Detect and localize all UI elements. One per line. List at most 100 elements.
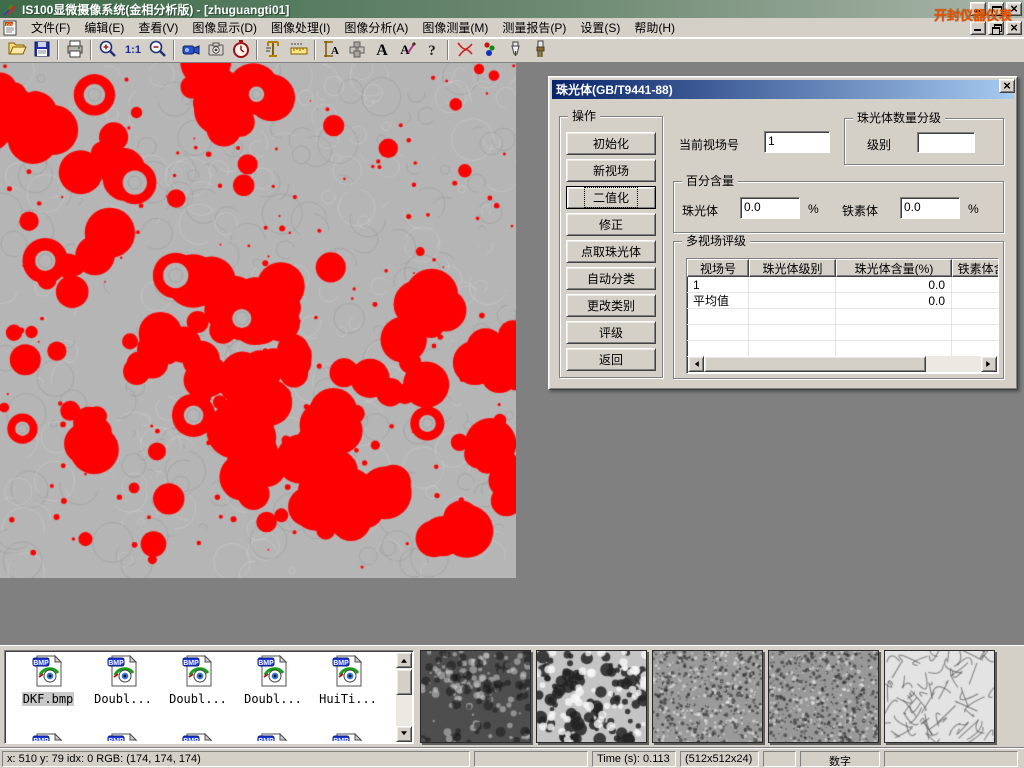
- help-icon: ?: [422, 39, 442, 62]
- scroll-up-button[interactable]: [396, 652, 412, 668]
- current-field-input[interactable]: 1: [764, 131, 830, 153]
- op-button-label: 返回: [599, 351, 623, 368]
- dialog-close-button[interactable]: [999, 79, 1015, 93]
- level-input[interactable]: [917, 132, 975, 153]
- scroll-right-button[interactable]: [981, 356, 997, 372]
- menu-item-5[interactable]: 图像处理(I): [264, 17, 337, 38]
- help-button[interactable]: ?: [419, 39, 444, 61]
- thumbnail-image-5[interactable]: [884, 650, 995, 743]
- op-button-3[interactable]: 二值化: [566, 186, 656, 209]
- table-row-empty[interactable]: [687, 309, 998, 325]
- document-icon[interactable]: DOC: [3, 20, 21, 36]
- svg-text:BMP: BMP: [258, 660, 274, 667]
- file-item-doubl[interactable]: BMP Doubl...: [161, 655, 235, 706]
- zoom-out-button[interactable]: [145, 39, 170, 61]
- ruler-button[interactable]: [286, 39, 311, 61]
- table-cell: [952, 325, 999, 340]
- thumbnail-image-4[interactable]: [768, 650, 879, 743]
- file-item-partial[interactable]: BMP: [311, 733, 385, 741]
- spline-curve-icon: [455, 39, 475, 62]
- menu-item-3[interactable]: 查看(V): [131, 17, 185, 38]
- table-row[interactable]: 平均值0.0: [687, 293, 998, 309]
- op-button-6[interactable]: 自动分类: [566, 267, 656, 290]
- op-button-1[interactable]: 初始化: [566, 132, 656, 155]
- caliper-button[interactable]: [261, 39, 286, 61]
- scroll-down-button[interactable]: [396, 726, 412, 742]
- bmp-file-icon: BMP: [161, 655, 235, 690]
- menu-item-1[interactable]: 文件(F): [24, 17, 77, 38]
- scrollbar-thumb[interactable]: [396, 669, 412, 695]
- file-item-doubl[interactable]: BMPDoubl...: [86, 655, 160, 706]
- op-button-2[interactable]: 新视场: [566, 159, 656, 182]
- table-header-1[interactable]: 视场号: [687, 259, 749, 277]
- menu-item-4[interactable]: 图像显示(D): [185, 17, 264, 38]
- thumbnail-image-3[interactable]: [652, 650, 763, 743]
- menu-item-7[interactable]: 图像测量(M): [415, 17, 495, 38]
- op-button-8[interactable]: 评级: [566, 321, 656, 344]
- file-item-huiti[interactable]: BMPHuiTi...: [311, 655, 385, 706]
- table-cell: [836, 309, 952, 324]
- op-button-label: 修正: [599, 216, 623, 233]
- actual-size-button[interactable]: 1:1: [120, 39, 145, 61]
- op-button-9[interactable]: 返回: [566, 348, 656, 371]
- ink-pen-button[interactable]: [502, 39, 527, 61]
- multi-field-group-label: 多视场评级: [682, 234, 750, 248]
- menu-item-6[interactable]: 图像分析(A): [337, 17, 415, 38]
- svg-text:DOC: DOC: [6, 22, 15, 27]
- measure-text-button[interactable]: A: [319, 39, 344, 61]
- op-button-5[interactable]: 点取珠光体: [566, 240, 656, 263]
- table-cell: [749, 293, 836, 308]
- table-row[interactable]: 10.0: [687, 277, 998, 293]
- scrollbar-thumb[interactable]: [704, 356, 926, 372]
- table-header-3[interactable]: 珠光体含量(%): [836, 259, 952, 277]
- pearlite-percent-input[interactable]: 0.0: [740, 197, 800, 219]
- thumbnail-image-2[interactable]: [536, 650, 647, 743]
- menu-item-8[interactable]: 测量报告(P): [495, 17, 573, 38]
- file-item-partial[interactable]: BMP: [236, 733, 310, 741]
- dialog-title-bar[interactable]: 珠光体(GB/T9441-88): [552, 80, 1014, 99]
- file-item-partial[interactable]: BMP: [161, 733, 235, 741]
- text-tool-button[interactable]: A: [369, 39, 394, 61]
- rating-table[interactable]: 视场号珠光体级别珠光体含量(%)铁素体含量(%) 10.0平均值0.0: [686, 258, 999, 374]
- save-button[interactable]: [29, 39, 54, 61]
- thumbnail-image-1[interactable]: [420, 650, 531, 743]
- table-horizontal-scrollbar[interactable]: [688, 356, 997, 372]
- classify-dots-button[interactable]: [477, 39, 502, 61]
- op-button-7[interactable]: 更改类别: [566, 294, 656, 317]
- table-header-4[interactable]: 铁素体含量(%): [952, 259, 999, 277]
- bmp-file-icon: BMP: [236, 655, 310, 690]
- open-file-button[interactable]: [4, 39, 29, 61]
- menu-item-9[interactable]: 设置(S): [573, 17, 627, 38]
- scroll-left-button[interactable]: [688, 356, 704, 372]
- capture-camera-button[interactable]: [203, 39, 228, 61]
- video-camera-button[interactable]: [178, 39, 203, 61]
- menu-item-2[interactable]: 编辑(E): [77, 17, 131, 38]
- file-item-doubl[interactable]: BMPDoubl...: [236, 655, 310, 706]
- brush-button[interactable]: [527, 39, 552, 61]
- svg-text:BMP: BMP: [33, 738, 49, 741]
- table-row-empty[interactable]: [687, 325, 998, 341]
- file-browser-scrollbar[interactable]: [396, 652, 412, 742]
- print-button[interactable]: [62, 39, 87, 61]
- table-cell: [952, 309, 999, 324]
- ruler-icon: [289, 39, 309, 62]
- annotate-button[interactable]: A: [394, 39, 419, 61]
- op-button-4[interactable]: 修正: [566, 213, 656, 236]
- spline-curve-button[interactable]: [452, 39, 477, 61]
- file-item-dkfbmp[interactable]: BMPDKF.bmp: [11, 655, 85, 706]
- timer-button[interactable]: [228, 39, 253, 61]
- zoom-in-button[interactable]: [95, 39, 120, 61]
- table-cell: [749, 325, 836, 340]
- metallographic-image[interactable]: [0, 63, 516, 578]
- menu-item-10[interactable]: 帮助(H): [627, 17, 682, 38]
- measure-text-icon: A: [322, 39, 342, 62]
- ferrite-percent-input[interactable]: 0.0: [900, 197, 960, 219]
- table-header-2[interactable]: 珠光体级别: [749, 259, 836, 277]
- table-row-empty[interactable]: [687, 341, 998, 357]
- table-cell: [952, 341, 999, 356]
- merge-grid-button[interactable]: [344, 39, 369, 61]
- file-name-label: Doubl...: [168, 692, 228, 706]
- file-item-partial[interactable]: BMP: [11, 733, 85, 741]
- file-item-partial[interactable]: BMP: [86, 733, 160, 741]
- toolbar-separator: [173, 40, 175, 60]
